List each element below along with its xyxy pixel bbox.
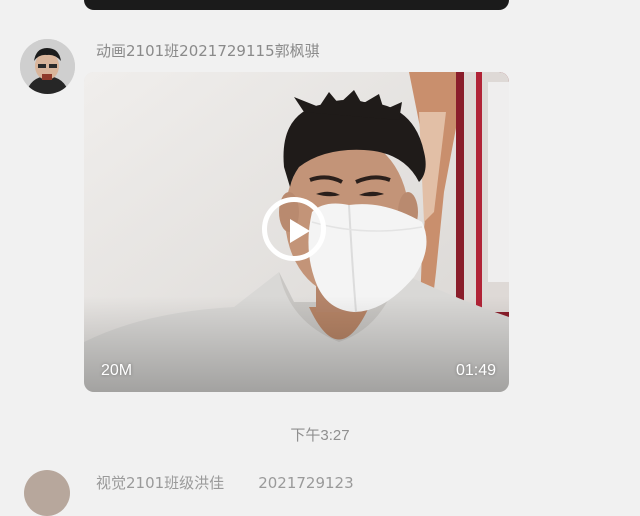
play-circle-icon[interactable] [262, 197, 326, 261]
previous-video-thumbnail[interactable] [84, 0, 509, 10]
next-sender-name: 视觉2101班级洪佳 2021729123 [96, 472, 354, 493]
sender-name: 动画2101班2021729115郭枫骐 [96, 42, 320, 60]
video-duration-label: 01:49 [456, 362, 497, 379]
video-size-label: 20M [101, 362, 133, 379]
next-sender-name-prefix: 视觉2101班级洪佳 [96, 474, 225, 492]
sender-avatar[interactable] [20, 39, 75, 94]
message-timestamp: 下午3:27 [290, 427, 350, 444]
video-message[interactable]: 20M 01:49 [84, 72, 509, 392]
next-sender-name-suffix: 2021729123 [258, 474, 354, 492]
next-sender-avatar[interactable] [24, 470, 70, 516]
